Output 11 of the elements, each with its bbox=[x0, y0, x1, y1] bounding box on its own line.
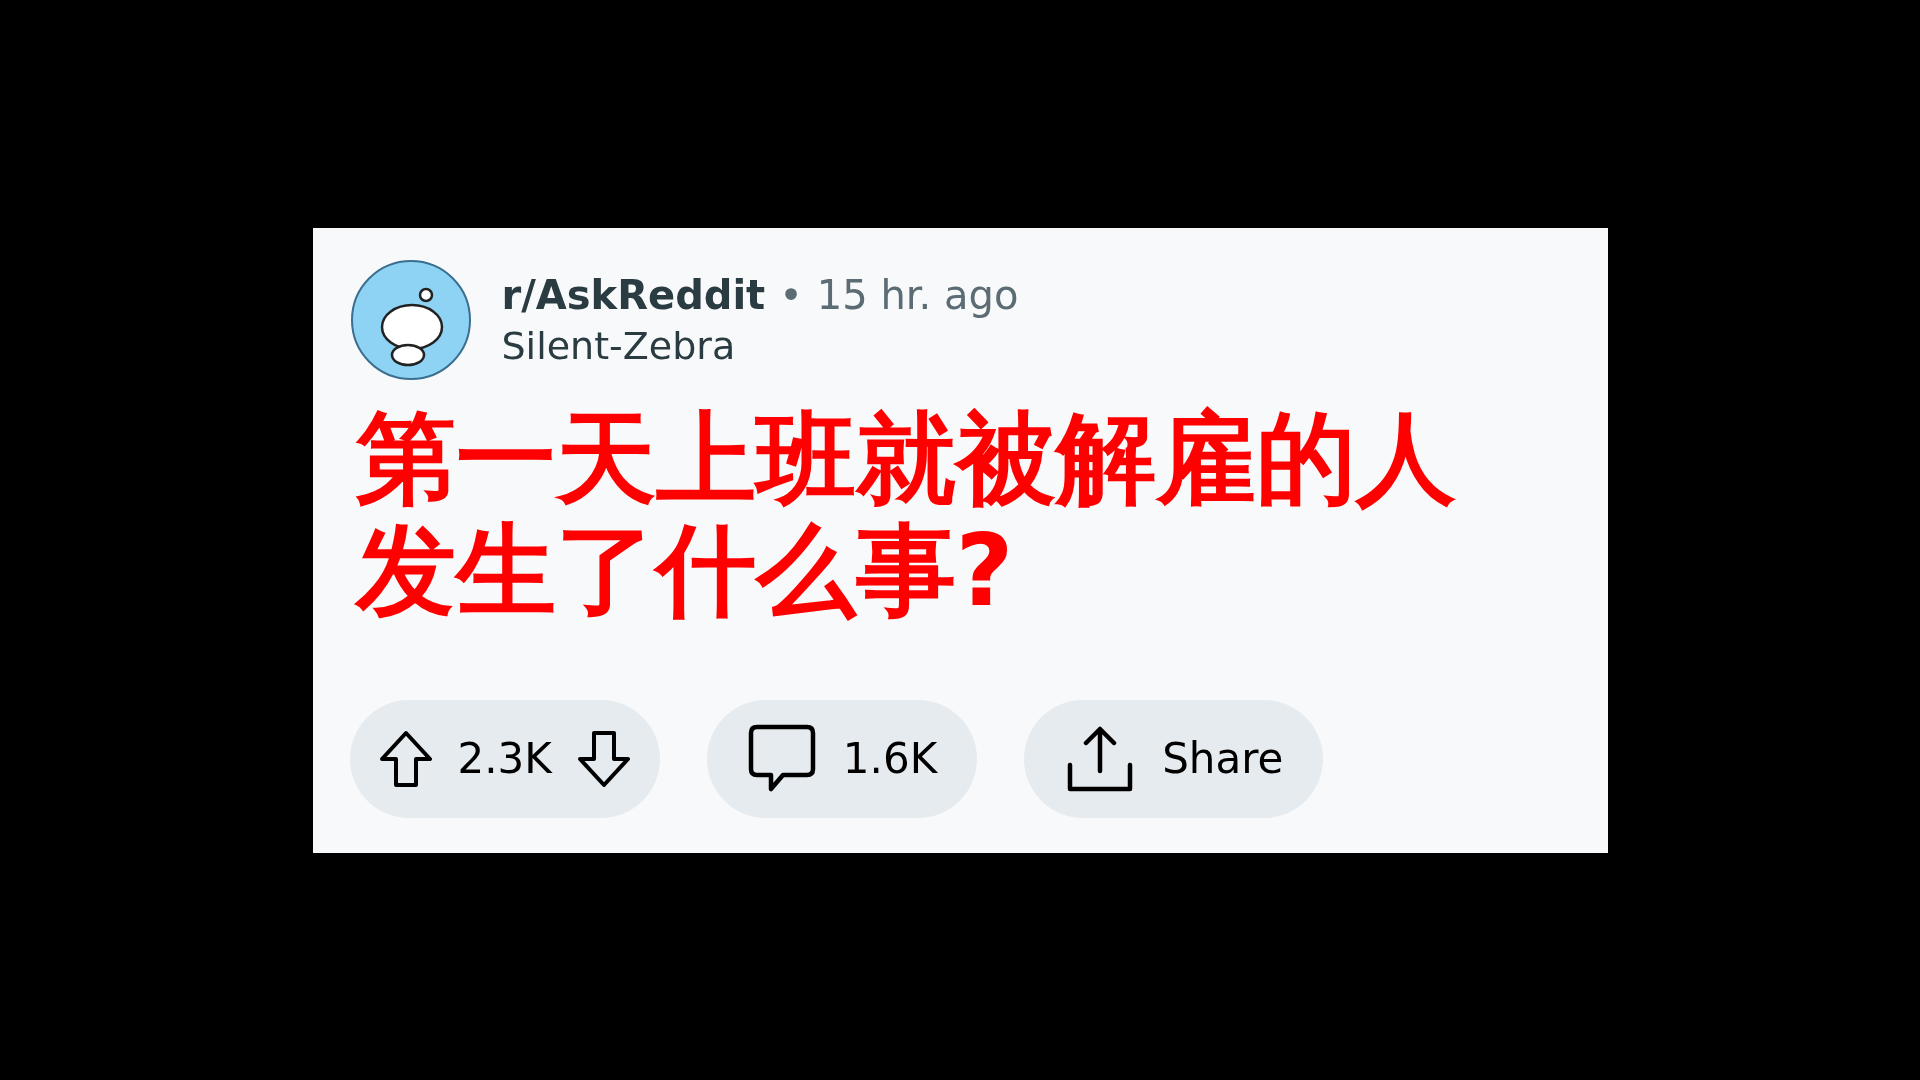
avatar-icon bbox=[349, 258, 472, 381]
subreddit-name[interactable]: r/AskReddit bbox=[501, 271, 766, 318]
share-button[interactable]: Share bbox=[1024, 699, 1324, 818]
downvote-icon[interactable] bbox=[575, 728, 632, 789]
post-title: 第一天上班就被解雇的人发生了什么事? bbox=[353, 402, 1457, 627]
vote-count: 2.3K bbox=[457, 734, 552, 783]
comment-button[interactable]: 1.6K bbox=[706, 699, 978, 818]
post-time: 15 hr. ago bbox=[816, 271, 1019, 318]
author-name[interactable]: Silent-Zebra bbox=[501, 323, 1019, 368]
upvote-icon[interactable] bbox=[377, 728, 434, 789]
separator-dot: • bbox=[779, 271, 803, 318]
